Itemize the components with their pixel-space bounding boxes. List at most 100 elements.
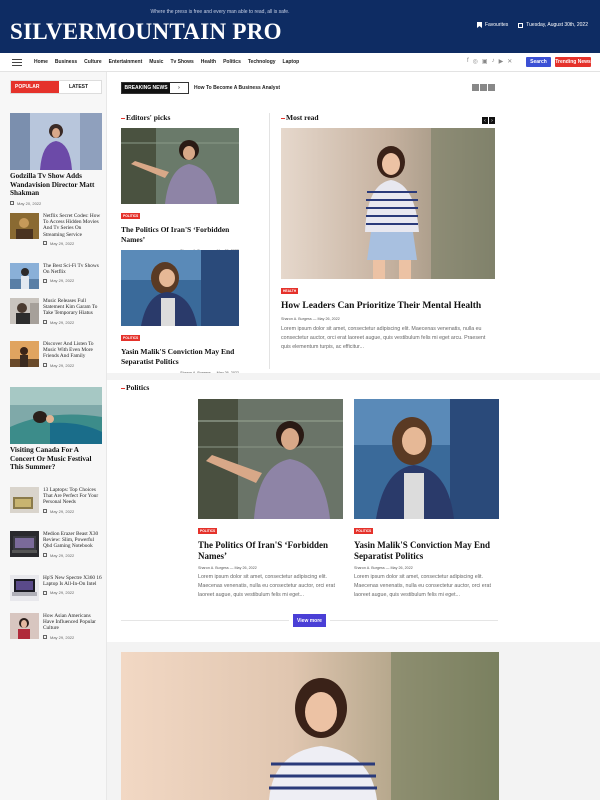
youtube-icon[interactable]: ▶	[499, 58, 504, 65]
nav-home[interactable]: Home	[34, 59, 48, 65]
tiktok-icon[interactable]: ♪	[492, 58, 495, 65]
post-thumbnail[interactable]	[10, 613, 39, 639]
most-read-card[interactable]: HEALTH How Leaders Can Prioritize Their …	[281, 128, 495, 352]
trending-news-button[interactable]: Trending News	[555, 57, 591, 67]
nav-music[interactable]: Music	[149, 59, 163, 65]
politics-card[interactable]: POLITICS The Politics Of Iran'S ‘Forbidd…	[198, 399, 343, 600]
category-badge[interactable]: POLITICS	[121, 335, 141, 341]
breaking-controls	[472, 84, 495, 91]
politics-card[interactable]: POLITICS Yasin Malik'S Conviction May En…	[354, 399, 499, 600]
list-item[interactable]: Music Releases Full Statement Kim Garam …	[10, 298, 102, 325]
search-button[interactable]: Search	[526, 57, 551, 67]
post-title[interactable]: Music Releases Full Statement Kim Garam …	[43, 298, 102, 317]
category-badge[interactable]: POLITICS	[198, 528, 218, 534]
post-image[interactable]	[198, 399, 343, 519]
post-date: May 20, 2022	[17, 200, 42, 206]
facebook-icon[interactable]: f	[467, 58, 469, 65]
nav-business[interactable]: Business	[55, 59, 77, 65]
category-badge[interactable]: POLITICS	[354, 528, 374, 534]
post-image[interactable]	[354, 399, 499, 519]
view-more-label: View more	[297, 617, 322, 624]
editors-pick-card[interactable]: POLITICS Yasin Malik'S Conviction May En…	[121, 250, 239, 375]
favourites-link[interactable]: Favourites	[476, 22, 508, 28]
post-image[interactable]	[10, 387, 102, 444]
post-meta: Sharon A. Burgess — May 26, 2022	[281, 317, 340, 321]
post-meta: May 29, 2022	[43, 635, 102, 640]
list-item[interactable]: Medion Erazer Beast X30 Review: Slim, Po…	[10, 531, 102, 558]
post-thumbnail[interactable]	[10, 263, 39, 289]
post-title[interactable]: Discover And Listen To Music With Even M…	[43, 341, 102, 360]
post-title[interactable]: How Asian Americans Have Influenced Popu…	[43, 613, 102, 632]
post-image[interactable]	[10, 113, 102, 170]
post-image[interactable]	[121, 250, 239, 326]
post-excerpt: Lorem ipsum dolor sit amet, consectetur …	[198, 574, 335, 598]
post-title[interactable]: How Leaders Can Prioritize Their Mental …	[281, 300, 495, 312]
instagram-icon[interactable]: ▣	[482, 58, 488, 65]
next-icon[interactable]	[488, 84, 495, 91]
most-read-heading: Most read	[281, 113, 319, 122]
nav-tv-shows[interactable]: Tv Shows	[170, 59, 193, 65]
post-title[interactable]: The Politics Of Iran'S ‘Forbidden Names’	[121, 225, 239, 244]
tab-popular[interactable]: POPULAR	[11, 81, 59, 93]
nav-culture[interactable]: Culture	[84, 59, 102, 65]
post-title[interactable]: Hp'S New Spectre X360 16 Laptop Is All-I…	[43, 575, 102, 587]
post-title[interactable]: Visiting Canada For A Concert Or Music F…	[10, 446, 102, 472]
pause-icon[interactable]	[480, 84, 487, 91]
list-item[interactable]: Hp'S New Spectre X360 16 Laptop Is All-I…	[10, 575, 102, 601]
post-thumbnail[interactable]	[10, 341, 39, 367]
nav-technology[interactable]: Technology	[248, 59, 276, 65]
post-thumbnail[interactable]	[10, 487, 39, 513]
editors-picks-heading: Editors' picks	[121, 113, 170, 122]
featured-image[interactable]	[121, 652, 499, 800]
post-meta: Sharon A. Burgess — May 26, 2022	[198, 566, 257, 570]
post-title[interactable]: Godzilla Tv Show Adds Wandavision Direct…	[10, 172, 102, 198]
prev-icon[interactable]	[472, 84, 479, 91]
post-date: May 29, 2022	[50, 590, 75, 596]
calendar-icon	[43, 278, 47, 283]
post-thumbnail[interactable]	[10, 531, 39, 557]
post-title[interactable]: Yasin Malik'S Conviction May End Separat…	[354, 540, 499, 562]
calendar-icon	[10, 201, 14, 205]
view-more-button[interactable]: View more	[293, 614, 326, 627]
post-image[interactable]	[121, 128, 239, 204]
list-item[interactable]: Netflix Secret Codes: How To Access Hidd…	[10, 213, 102, 246]
post-title[interactable]: The Politics Of Iran'S ‘Forbidden Names’	[198, 540, 343, 562]
post-title[interactable]: The Best Sci-Fi Tv Shows On Netflix	[43, 263, 102, 275]
sidebar-big-post[interactable]: Godzilla Tv Show Adds Wandavision Direct…	[10, 113, 102, 206]
tab-latest[interactable]: LATEST	[59, 81, 88, 93]
post-image[interactable]	[281, 128, 495, 279]
nav-health[interactable]: Health	[201, 59, 216, 65]
post-title[interactable]: Yasin Malik'S Conviction May End Separat…	[121, 347, 239, 366]
breaking-news-label: BREAKING NEWS	[122, 83, 170, 93]
sidebar-big-post[interactable]: Visiting Canada For A Concert Or Music F…	[10, 387, 102, 472]
pinterest-icon[interactable]: ◎	[473, 58, 478, 65]
politics-heading: Politics	[121, 383, 149, 392]
site-tagline: Where the press is free and every man ab…	[150, 9, 290, 15]
breaking-headline[interactable]: How To Become A Business Analyst	[194, 85, 280, 91]
post-thumbnail[interactable]	[10, 298, 39, 324]
list-item[interactable]: Discover And Listen To Music With Even M…	[10, 341, 102, 368]
post-thumbnail[interactable]	[10, 575, 39, 601]
calendar-icon	[518, 22, 524, 28]
chevron-right-icon[interactable]: ›	[489, 117, 495, 124]
menu-icon[interactable]	[12, 59, 22, 66]
nav-laptop[interactable]: Laptop	[283, 59, 300, 65]
category-badge[interactable]: POLITICS	[121, 213, 141, 219]
list-item[interactable]: The Best Sci-Fi Tv Shows On Netflix May …	[10, 263, 102, 289]
trending-label: Trending News	[555, 59, 591, 65]
chevron-left-icon[interactable]: ‹	[482, 117, 488, 124]
list-item[interactable]: 13 Laptops: Top Choices That Are Perfect…	[10, 487, 102, 514]
nav-entertainment[interactable]: Entertainment	[109, 59, 143, 65]
list-item[interactable]: How Asian Americans Have Influenced Popu…	[10, 613, 102, 640]
post-title[interactable]: Medion Erazer Beast X30 Review: Slim, Po…	[43, 531, 102, 550]
post-title[interactable]: 13 Laptops: Top Choices That Are Perfect…	[43, 487, 102, 506]
post-title[interactable]: Netflix Secret Codes: How To Access Hidd…	[43, 213, 102, 238]
editors-pick-card[interactable]: POLITICS The Politics Of Iran'S ‘Forbidd…	[121, 128, 239, 253]
main-nav: Home Business Culture Entertainment Musi…	[0, 53, 600, 72]
search-label: Search	[530, 59, 547, 65]
post-thumbnail[interactable]	[10, 213, 39, 239]
nav-politics[interactable]: Politics	[223, 59, 241, 65]
site-logo[interactable]: SILVERMOUNTAIN PRO	[10, 19, 282, 45]
category-badge[interactable]: HEALTH	[281, 288, 299, 294]
twitter-icon[interactable]: ✕	[507, 58, 512, 65]
